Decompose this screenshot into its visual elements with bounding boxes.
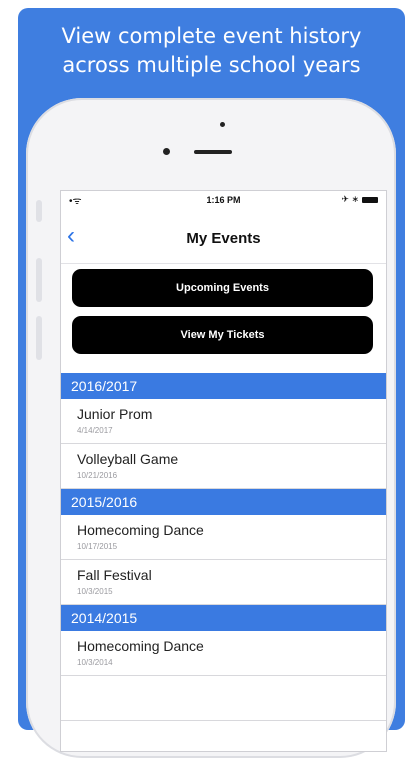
section-header-2016-2017: 2016/2017 <box>61 373 386 399</box>
view-my-tickets-button[interactable]: View My Tickets <box>72 316 373 354</box>
event-date: 10/17/2015 <box>77 542 118 551</box>
phone-volume-down <box>36 316 42 360</box>
event-row[interactable]: Volleyball Game 10/21/2016 <box>61 444 386 489</box>
event-row[interactable]: Junior Prom 4/14/2017 <box>61 399 386 444</box>
location-bluetooth-icons: ✈ ∗ <box>341 194 359 204</box>
nav-bar: ‹ My Events <box>61 213 386 264</box>
phone-volume-up <box>36 258 42 302</box>
event-name: Fall Festival <box>77 567 152 583</box>
event-name: Junior Prom <box>77 406 153 422</box>
status-bar: •ᯤ 1:16 PM ✈ ∗ <box>61 191 386 209</box>
status-time: 1:16 PM <box>206 195 241 205</box>
phone-mute-switch <box>36 200 42 222</box>
event-date: 4/14/2017 <box>77 426 113 435</box>
section-header-2015-2016: 2015/2016 <box>61 489 386 515</box>
event-row[interactable]: Homecoming Dance 10/3/2014 <box>61 631 386 676</box>
event-name: Homecoming Dance <box>77 522 204 538</box>
event-date: 10/21/2016 <box>77 471 118 480</box>
phone-sensor <box>220 122 225 127</box>
empty-row <box>61 676 386 721</box>
upcoming-events-button[interactable]: Upcoming Events <box>72 269 373 307</box>
phone-camera <box>163 148 170 155</box>
promo-line-2: across multiple school years <box>62 53 361 77</box>
event-row[interactable]: Homecoming Dance 10/17/2015 <box>61 515 386 560</box>
phone-speaker <box>194 150 232 154</box>
event-date: 10/3/2015 <box>77 587 113 596</box>
section-header-2014-2015: 2014/2015 <box>61 605 386 631</box>
app-screen: •ᯤ 1:16 PM ✈ ∗ ‹ My Events Upcoming Even… <box>60 190 387 752</box>
promo-headline: View complete event history across multi… <box>18 22 405 80</box>
event-name: Volleyball Game <box>77 451 179 467</box>
event-row[interactable]: Fall Festival 10/3/2015 <box>61 560 386 605</box>
event-name: Homecoming Dance <box>77 638 204 654</box>
event-date: 10/3/2014 <box>77 658 113 667</box>
promo-line-1: View complete event history <box>61 24 362 48</box>
battery-icon <box>362 196 378 203</box>
page-title: My Events <box>186 230 261 247</box>
status-icons: ✈ ∗ <box>341 194 378 205</box>
